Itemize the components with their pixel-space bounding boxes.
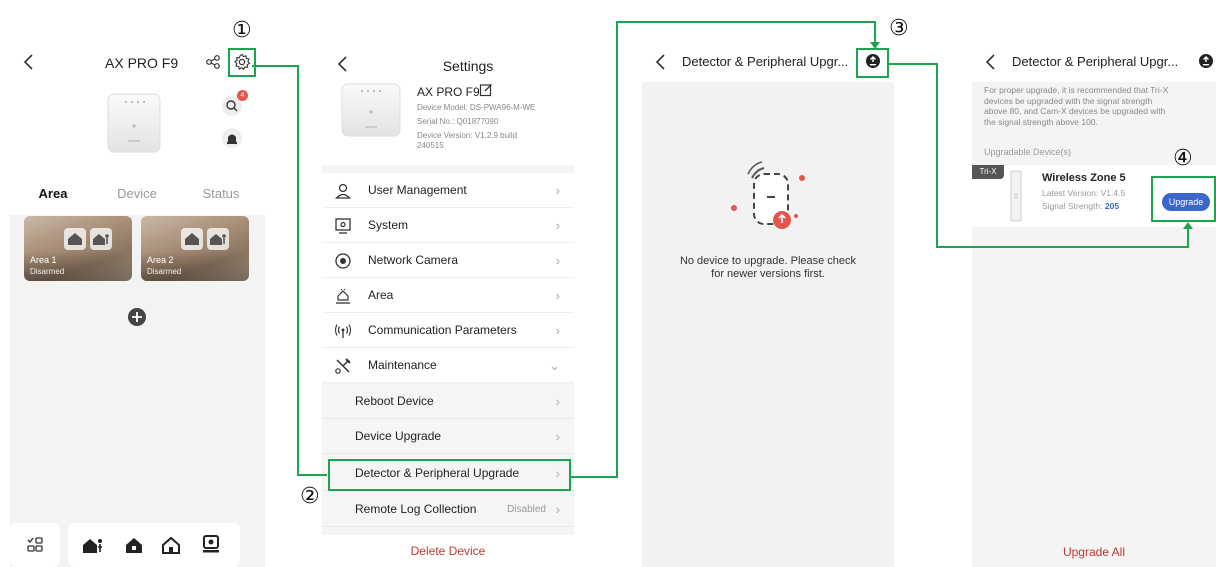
step-marker-2: ② [300, 484, 320, 509]
highlight-detector-peripheral-upgrade [328, 459, 571, 491]
step-marker-1: ① [232, 18, 252, 43]
annotation-connectors [252, 21, 1193, 478]
step-marker-4: ④ [1173, 146, 1193, 171]
highlight-settings-gear [228, 48, 256, 77]
highlight-upgrade-button [1151, 176, 1216, 222]
step-marker-3: ③ [889, 16, 909, 41]
highlight-check-update [856, 48, 889, 78]
